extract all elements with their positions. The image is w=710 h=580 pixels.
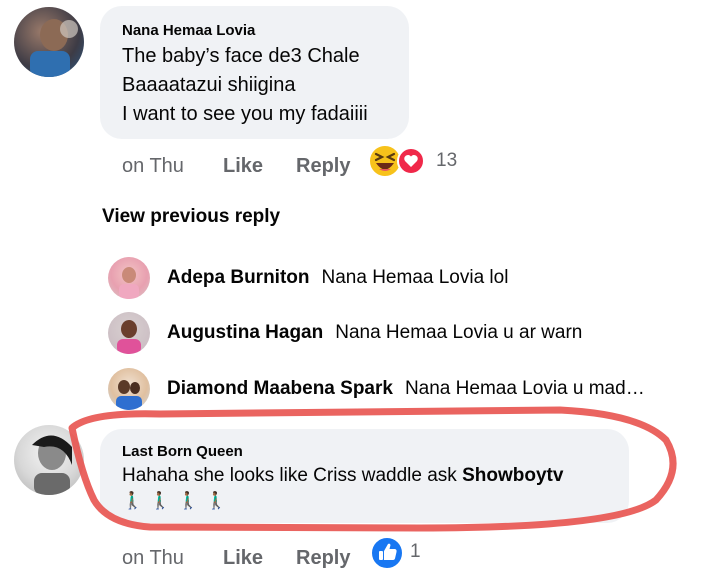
- comment-timestamp[interactable]: on Thu: [122, 547, 184, 570]
- profile-photo-icon: [117, 320, 141, 354]
- like-button[interactable]: Like: [223, 547, 263, 570]
- profile-photo-icon: [30, 19, 78, 77]
- reaction-summary[interactable]: 1: [370, 536, 430, 572]
- reply-text: Nana Hemaa Lovia lol: [321, 267, 509, 288]
- reply-item: Augustina Hagan Nana Hemaa Lovia u ar wa…: [108, 310, 582, 356]
- avatar-adepa-burniton[interactable]: [108, 257, 150, 299]
- reply-text: Nana Hemaa Lovia u ar warn: [335, 322, 583, 343]
- comment-emoji: 🚶🏾‍♂️ 🚶🏾‍♂️ 🚶🏾‍♂️ 🚶🏾‍♂️: [122, 491, 228, 510]
- reply-item: Adepa Burniton Nana Hemaa Lovia lol: [108, 255, 508, 301]
- reply-button[interactable]: Reply: [296, 155, 350, 178]
- reaction-count: 13: [436, 150, 458, 171]
- reply-item: Diamond Maabena Spark Nana Hemaa Lovia u…: [108, 366, 645, 412]
- avatar-diamond-maabena-spark[interactable]: [108, 368, 150, 410]
- heart-reaction-icon: [397, 147, 425, 175]
- comment-text-line-2: Baaaatazui shiigina: [122, 74, 296, 96]
- reply-text: Nana Hemaa Lovia u mad…: [404, 378, 645, 399]
- comment-text-body: Hahaha she looks like Criss waddle ask: [122, 465, 457, 486]
- comment-text-line-3: I want to see you my fadaiiii: [122, 103, 368, 125]
- reaction-summary[interactable]: 13: [368, 144, 468, 180]
- profile-photo-icon: [116, 380, 142, 410]
- reply-author[interactable]: Adepa Burniton: [167, 267, 310, 289]
- comment-author[interactable]: Last Born Queen: [122, 443, 243, 460]
- comment-text-line-1: The baby’s face de3 Chale: [122, 45, 360, 67]
- reply-author[interactable]: Diamond Maabena Spark: [167, 378, 393, 400]
- avatar-last-born-queen[interactable]: [14, 425, 84, 495]
- reaction-count: 1: [410, 541, 421, 562]
- avatar-augustina-hagan[interactable]: [108, 312, 150, 354]
- thumbs-up-icon: [370, 536, 404, 570]
- comment-timestamp[interactable]: on Thu: [122, 155, 184, 178]
- avatar-nana-hemaa-lovia[interactable]: [14, 7, 84, 77]
- profile-photo-icon: [32, 435, 72, 495]
- view-previous-reply-link[interactable]: View previous reply: [102, 206, 280, 228]
- reply-author[interactable]: Augustina Hagan: [167, 322, 323, 344]
- comment-bubble: Last Born Queen Hahaha she looks like Cr…: [100, 429, 629, 523]
- like-button[interactable]: Like: [223, 155, 263, 178]
- profile-photo-icon: [119, 267, 139, 299]
- comment-author[interactable]: Nana Hemaa Lovia: [122, 22, 255, 39]
- reply-button[interactable]: Reply: [296, 547, 350, 570]
- comment-bubble: Nana Hemaa Lovia The baby’s face de3 Cha…: [100, 6, 409, 139]
- mention-link[interactable]: Showboytv: [462, 465, 563, 486]
- comment-text: Hahaha she looks like Criss waddle ask S…: [122, 461, 563, 490]
